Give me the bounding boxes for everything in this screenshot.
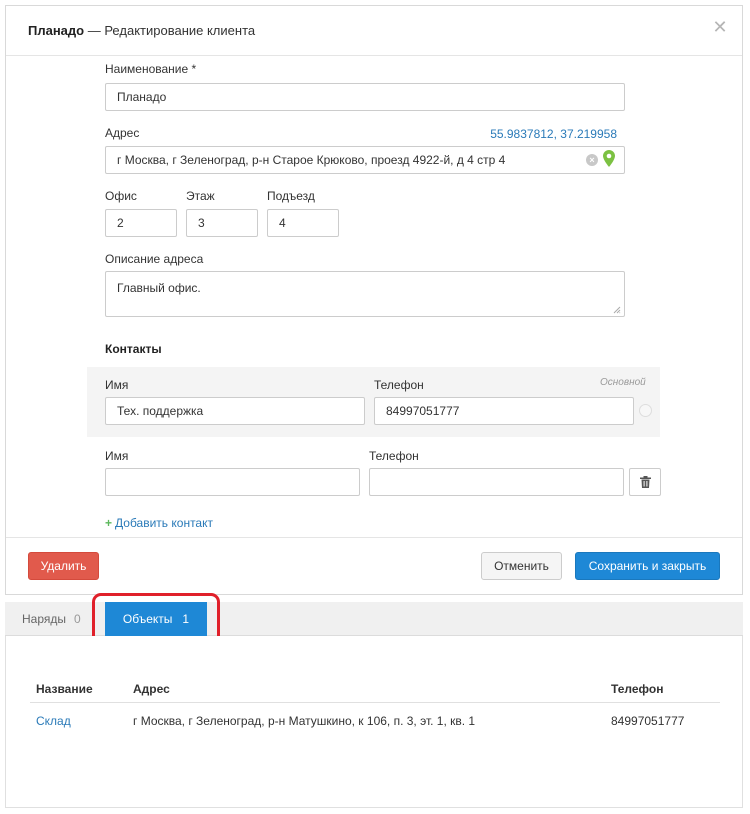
contact-name-input[interactable]: Тех. поддержка xyxy=(105,397,365,425)
save-and-close-button[interactable]: Сохранить и закрыть xyxy=(575,552,720,580)
main-contact-radio-icon[interactable] xyxy=(639,404,652,417)
cancel-button[interactable]: Отменить xyxy=(481,552,562,580)
column-header-phone: Телефон xyxy=(611,682,664,696)
floor-input-value: 3 xyxy=(198,216,205,230)
address-description-textarea[interactable]: Главный офис. xyxy=(105,271,625,317)
coordinates-link[interactable]: 55.9837812, 37.219958 xyxy=(490,127,617,141)
floor-input[interactable]: 3 xyxy=(186,209,258,237)
contact-phone-value: 84997051777 xyxy=(386,404,460,418)
address-description-label: Описание адреса xyxy=(105,252,204,266)
footer-divider xyxy=(6,537,742,538)
add-contact-label: Добавить контакт xyxy=(115,516,213,530)
address-input-value: г Москва, г Зеленоград, р-н Старое Крюко… xyxy=(117,153,506,167)
contacts-section-title: Контакты xyxy=(105,342,162,356)
modal-title-action: — Редактирование клиента xyxy=(84,23,256,38)
close-icon[interactable]: ✕ xyxy=(712,18,728,36)
edit-client-modal: Планадо — Редактирование клиента ✕ Наиме… xyxy=(5,5,743,595)
entrance-input[interactable]: 4 xyxy=(267,209,339,237)
modal-title-client: Планадо xyxy=(28,23,85,38)
contact-phone-input[interactable] xyxy=(369,468,624,496)
tab-orders-label: Наряды xyxy=(22,612,67,626)
office-input-value: 2 xyxy=(117,216,124,230)
tab-orders-count: 0 xyxy=(74,612,81,626)
contact-phone-label: Телефон xyxy=(369,449,419,463)
resize-handle-icon[interactable] xyxy=(613,306,621,314)
objects-panel: Название Адрес Телефон Склад г Москва, г… xyxy=(5,636,743,808)
name-label: Наименование * xyxy=(105,62,197,76)
contact-name-value: Тех. поддержка xyxy=(117,404,204,418)
contact-phone-input[interactable]: 84997051777 xyxy=(374,397,634,425)
address-label: Адрес xyxy=(105,126,140,140)
address-input[interactable]: г Москва, г Зеленоград, р-н Старое Крюко… xyxy=(105,146,625,174)
office-label: Офис xyxy=(105,189,137,203)
clear-input-icon[interactable]: × xyxy=(586,154,598,166)
object-address: г Москва, г Зеленоград, р-н Матушкино, к… xyxy=(133,714,476,728)
contact-phone-label: Телефон xyxy=(374,378,424,392)
map-pin-icon[interactable] xyxy=(603,150,615,168)
contact-name-input[interactable] xyxy=(105,468,360,496)
entrance-label: Подъезд xyxy=(267,189,315,203)
office-input[interactable]: 2 xyxy=(105,209,177,237)
address-description-value: Главный офис. xyxy=(117,281,201,295)
entrance-input-value: 4 xyxy=(279,216,286,230)
object-name-link[interactable]: Склад xyxy=(36,714,71,728)
column-header-name: Название xyxy=(36,682,93,696)
tab-orders[interactable]: Наряды 0 xyxy=(22,602,81,636)
object-phone: 84997051777 xyxy=(611,714,685,728)
name-input-value: Планадо xyxy=(117,90,167,104)
trash-icon xyxy=(639,476,651,488)
name-input[interactable]: Планадо xyxy=(105,83,625,111)
delete-contact-button[interactable] xyxy=(629,468,661,496)
contact-name-label: Имя xyxy=(105,378,129,392)
modal-header: Планадо — Редактирование клиента ✕ xyxy=(6,6,742,56)
plus-icon: + xyxy=(105,516,113,530)
contact-name-label: Имя xyxy=(105,449,129,463)
table-header-divider xyxy=(30,702,720,703)
add-contact-link[interactable]: + Добавить контакт xyxy=(105,516,213,530)
delete-button[interactable]: Удалить xyxy=(28,552,99,580)
column-header-address: Адрес xyxy=(133,682,170,696)
main-contact-hint: Основной xyxy=(600,377,646,388)
floor-label: Этаж xyxy=(186,189,215,203)
